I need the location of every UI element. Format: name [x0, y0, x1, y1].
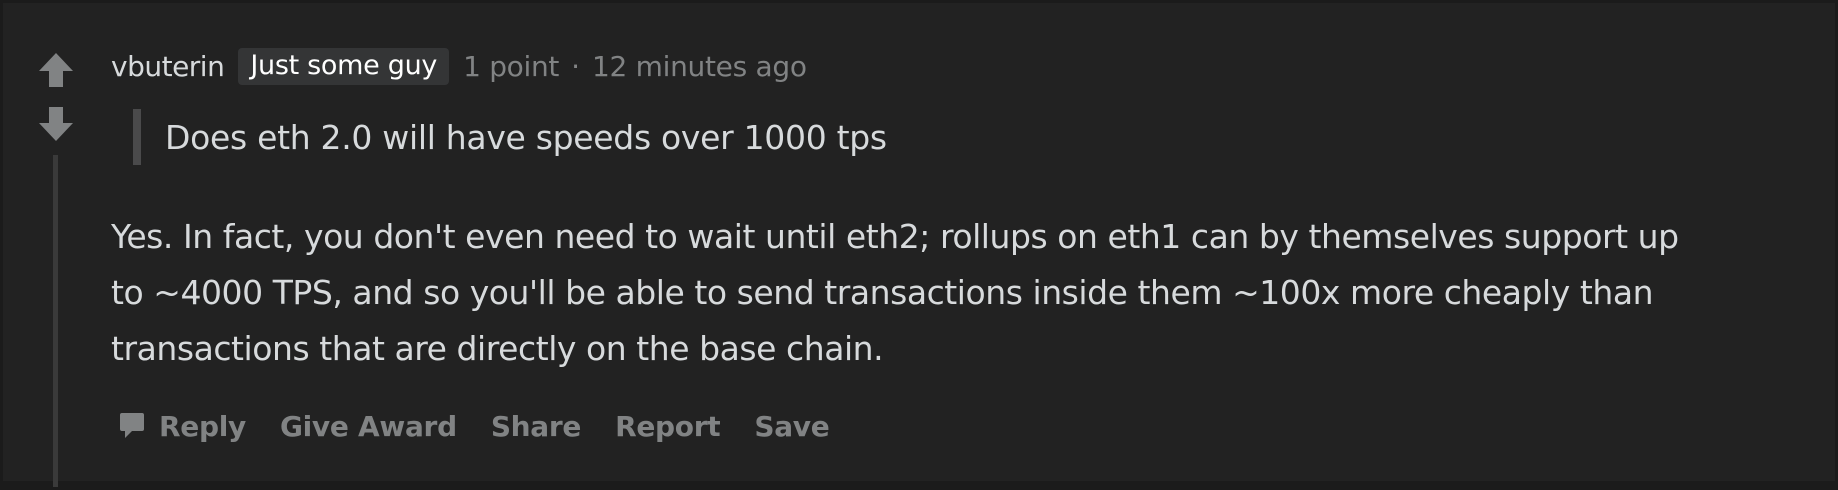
- upvote-button[interactable]: [33, 47, 79, 93]
- save-label: Save: [754, 409, 830, 443]
- user-flair: Just some guy: [238, 47, 450, 85]
- quote-text: Does eth 2.0 will have speeds over 1000 …: [165, 117, 887, 157]
- report-label: Report: [615, 409, 721, 443]
- thread-collapse-line[interactable]: [53, 155, 58, 487]
- speech-bubble-icon: [120, 413, 144, 438]
- reply-label: Reply: [159, 409, 246, 443]
- author-link[interactable]: vbuterin: [111, 50, 225, 83]
- report-button[interactable]: Report: [615, 409, 721, 443]
- comment-body-line: Yes. In fact, you don't even need to wai…: [111, 217, 1679, 256]
- give-award-label: Give Award: [279, 409, 457, 443]
- downvote-button[interactable]: [33, 101, 79, 147]
- comment-timestamp[interactable]: 12 minutes ago: [592, 50, 807, 83]
- comment-meta: vbuterin Just some guy 1 point · 12 minu…: [111, 45, 807, 87]
- quote-block: Does eth 2.0 will have speeds over 1000 …: [133, 109, 887, 165]
- downvote-arrow-icon: [39, 107, 73, 141]
- comment-body-line: transactions that are directly on the ba…: [111, 329, 884, 368]
- comment-card: vbuterin Just some guy 1 point · 12 minu…: [3, 3, 1835, 487]
- comment-actions: Reply Give Award Share Report Save: [119, 403, 863, 449]
- give-award-button[interactable]: Give Award: [280, 410, 457, 443]
- vote-column: [33, 47, 79, 487]
- comment-score: 1 point: [463, 49, 560, 83]
- meta-separator: ·: [571, 49, 581, 83]
- share-button[interactable]: Share: [490, 409, 582, 443]
- comment-body: Yes. In fact, you don't even need to wai…: [111, 209, 1831, 377]
- upvote-arrow-icon: [39, 53, 73, 87]
- reply-button[interactable]: Reply: [119, 410, 246, 443]
- comment-body-line: to ~4000 TPS, and so you'll be able to s…: [111, 273, 1654, 312]
- save-button[interactable]: Save: [754, 410, 829, 443]
- share-label: Share: [490, 409, 582, 443]
